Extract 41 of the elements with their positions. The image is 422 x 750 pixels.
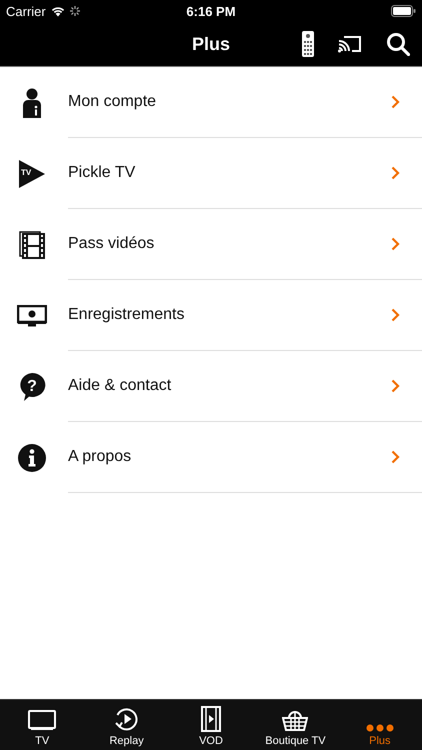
more-icon [366,724,394,732]
menu-item[interactable]: TV Pickle TV [0,138,422,209]
film-icon [19,230,45,258]
menu-item-label: A propos [68,448,132,466]
chevron-right-icon [391,379,400,393]
tv-icon [28,710,56,732]
menu-item[interactable]: A propos [0,422,422,493]
chevron-right-icon [391,450,400,464]
status-time: 6:16 PM [186,4,236,18]
chevron-right-icon [391,166,400,180]
menu-item[interactable]: Mon compte [0,67,422,138]
basket-icon [282,708,308,732]
tab-bar-item[interactable]: VOD [168,700,254,750]
menu-item-label: Mon compte [68,93,156,111]
page-title: Plus [192,34,230,54]
cast-icon[interactable] [338,35,362,53]
menu-item-label: Pickle TV [68,164,136,182]
user-info-icon [21,88,43,118]
film-play-icon [201,706,222,732]
chevron-right-icon [391,95,400,109]
info-icon [18,444,46,472]
chevron-right-icon [391,308,400,322]
tab-bar-item[interactable]: Boutique TV [253,700,338,750]
menu-item[interactable]: Pass vidéos [0,209,422,280]
menu-item[interactable]: Enregistrements [0,280,422,351]
chevron-right-icon [391,237,400,251]
replay-icon [114,706,140,732]
carrier-label: Carrier [6,4,46,18]
tab-bar-item[interactable]: Replay [84,700,169,750]
screen-icon [17,304,47,326]
menu-item-label: Pass vidéos [68,235,154,253]
remote-icon[interactable] [302,31,314,57]
menu-item-label: Aide & contact [68,377,172,395]
search-icon[interactable] [386,32,410,56]
tab-bar-item[interactable]: Plus [338,700,422,750]
loading-icon [70,6,80,16]
menu-item[interactable]: ? Aide & contact [0,351,422,422]
wifi-icon [50,5,66,17]
menu-item-label: Enregistrements [68,306,184,324]
tab-bar-item[interactable]: TV [0,700,84,750]
battery-icon [391,5,416,17]
